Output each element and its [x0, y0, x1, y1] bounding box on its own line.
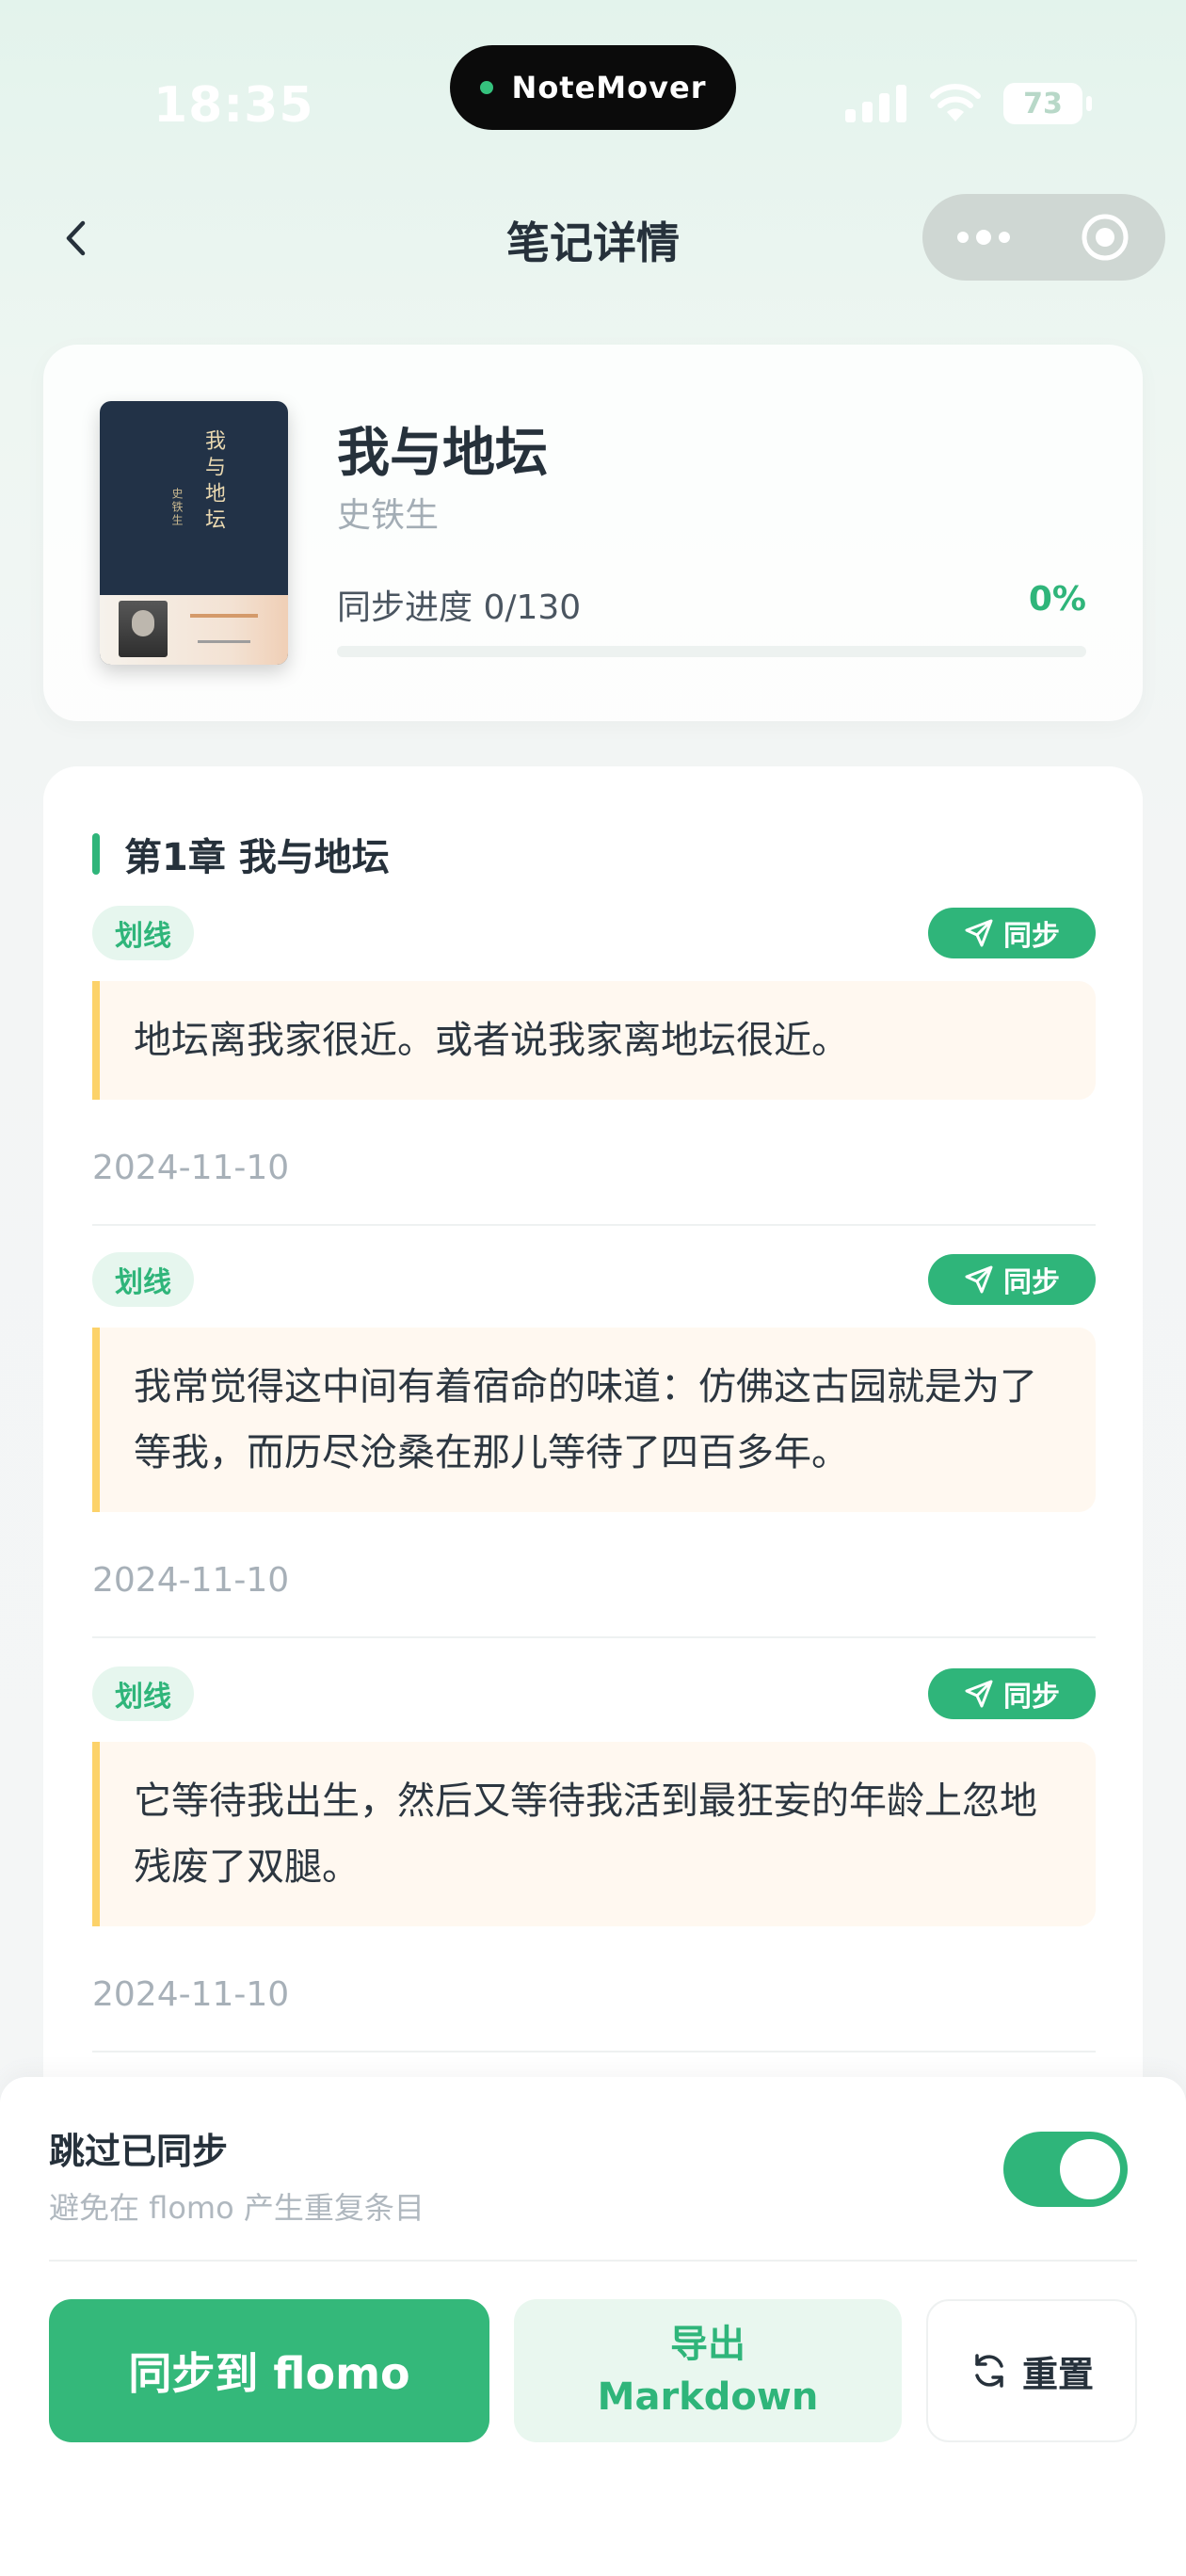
cover-author: 史铁生 [170, 488, 184, 527]
sync-note-label: 同步 [1003, 1266, 1060, 1299]
battery-icon: 73 [1003, 83, 1092, 124]
sync-to-flomo-button[interactable]: 同步到 flomo [49, 2299, 489, 2442]
status-icons: 73 [845, 83, 1092, 124]
sync-note-label: 同步 [1003, 920, 1060, 953]
sync-progress-percent: 0% [1028, 580, 1086, 619]
sync-note-button[interactable]: 同步 [928, 1254, 1096, 1305]
note-quote: 地坛离我家很近。或者说我家离地坛很近。 [92, 981, 1096, 1100]
note-date: 2024-11-10 [92, 1975, 290, 2014]
bottom-action-panel: 跳过已同步 避免在 flomo 产生重复条目 同步到 flomo 导出 Mark… [0, 2077, 1186, 2576]
note-divider [92, 1636, 1096, 1638]
note-date: 2024-11-10 [92, 1149, 290, 1187]
note-date: 2024-11-10 [92, 1561, 290, 1600]
signal-icon [845, 85, 906, 122]
book-author: 史铁生 [337, 496, 440, 535]
book-title: 我与地坛 [337, 423, 548, 484]
sync-note-button[interactable]: 同步 [928, 1668, 1096, 1719]
chapter-header: 第1章 我与地坛 [92, 827, 390, 881]
skip-synced-toggle[interactable] [1003, 2132, 1128, 2207]
status-time: 18:35 [153, 77, 314, 134]
mini-program-capsule [922, 194, 1165, 281]
reset-button[interactable]: 重置 [926, 2299, 1137, 2442]
book-card: 我与地坛 史铁生 我与地坛 史铁生 同步进度 0/130 0% [43, 345, 1143, 721]
sync-progress-bar [337, 646, 1086, 657]
target-close-icon [1082, 214, 1128, 261]
highlight-tag: 划线 [92, 1252, 194, 1307]
book-cover: 我与地坛 史铁生 [100, 401, 288, 665]
note-quote: 它等待我出生，然后又等待我活到最狂妄的年龄上忽地残废了双腿。 [92, 1742, 1096, 1926]
send-icon [965, 1265, 993, 1294]
export-label-line1: 导出 [670, 2323, 745, 2366]
panel-divider [49, 2260, 1137, 2262]
cover-title: 我与地坛 [201, 429, 225, 535]
refresh-icon [975, 2354, 1003, 2388]
toggle-knob [1060, 2139, 1120, 2199]
dynamic-island: NoteMover [450, 45, 736, 130]
chapter-accent-bar [92, 833, 100, 875]
highlight-tag: 划线 [92, 1666, 194, 1721]
skip-synced-title: 跳过已同步 [49, 2131, 229, 2172]
more-button[interactable] [922, 194, 1044, 281]
sync-progress-label: 同步进度 0/130 [337, 588, 582, 627]
note-quote: 我常觉得这中间有着宿命的味道：仿佛这古园就是为了等我，而历尽沧桑在那儿等待了四百… [92, 1328, 1096, 1512]
recording-dot-icon [479, 81, 493, 94]
send-icon [965, 919, 993, 947]
send-icon [965, 1680, 993, 1708]
note-divider [92, 2051, 1096, 2053]
reset-label: 重置 [1021, 2353, 1094, 2395]
close-button[interactable] [1044, 194, 1165, 281]
notes-card: 第1章 我与地坛 划线 同步 地坛离我家很近。或者说我家离地坛很近。 2024-… [43, 766, 1143, 2179]
highlight-tag: 划线 [92, 906, 194, 960]
note-divider [92, 1224, 1096, 1226]
skip-synced-subtitle: 避免在 flomo 产生重复条目 [49, 2190, 425, 2226]
export-label-line2: Markdown [597, 2375, 819, 2419]
sync-note-label: 同步 [1003, 1681, 1060, 1714]
export-markdown-button[interactable]: 导出 Markdown [514, 2299, 902, 2442]
wifi-icon [930, 84, 981, 121]
island-label: NoteMover [511, 70, 707, 105]
sync-note-button[interactable]: 同步 [928, 908, 1096, 958]
battery-level: 73 [1023, 87, 1063, 121]
chapter-title: 第1章 我与地坛 [124, 836, 390, 879]
